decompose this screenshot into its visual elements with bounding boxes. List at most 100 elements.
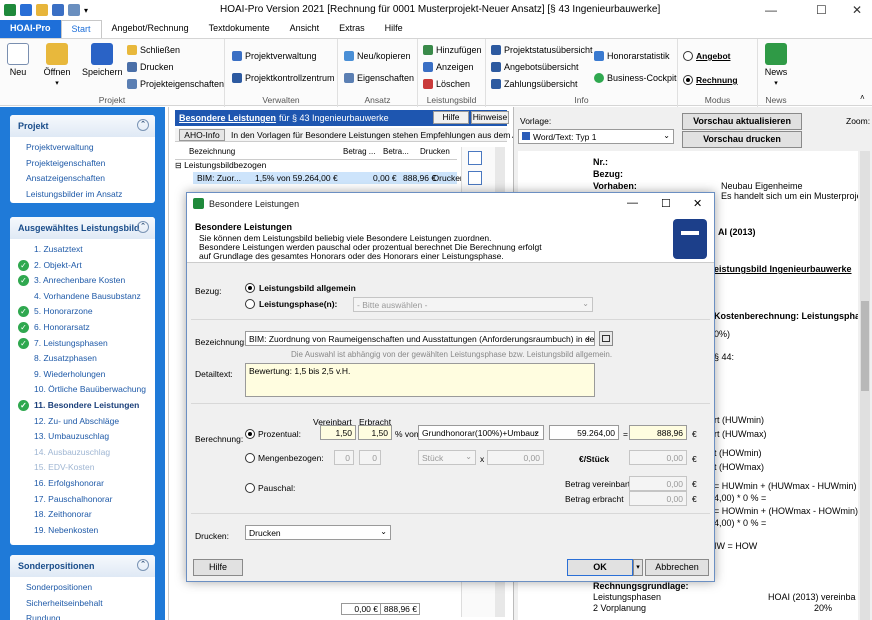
nav-panel-header[interactable]: Sonderpositionen ⌃ (10, 555, 155, 577)
tab-hilfe[interactable]: Hilfe (375, 20, 413, 38)
save-quick-icon[interactable] (20, 4, 32, 16)
ribbon-collapse-icon[interactable]: ˄ (860, 93, 865, 102)
news-button[interactable]: News ▾ (762, 43, 790, 87)
nav-item-leistungsbild[interactable]: 17. Pauschalhonorar (10, 492, 155, 508)
nav-item-sonderpositionen[interactable]: Sonderpositionen (10, 580, 155, 596)
mengen-radio[interactable] (245, 453, 255, 463)
dialog-hilfe-button[interactable]: Hilfe (193, 559, 243, 576)
preview-quick-icon[interactable] (68, 4, 80, 16)
nav-item-leistungsbild[interactable]: 1. Zusatztext (10, 242, 155, 258)
nav-item-leistungsbild[interactable]: 19. Nebenkosten (10, 523, 155, 539)
nav-item-leistungsbild[interactable]: 15. EDV-Kosten (10, 460, 155, 476)
collapse-tree-icon[interactable]: ⊟ (175, 161, 182, 170)
col-header-drucken[interactable]: Drucken (420, 147, 450, 159)
bezug-allgemein-label[interactable]: Leistungsbild allgemein (259, 283, 356, 293)
mengen-erbracht-input[interactable]: 0 (359, 450, 381, 465)
projekteigenschaften-button[interactable]: Projekteigenschaften (127, 79, 224, 89)
honorarstatistik-button[interactable]: Honorarstatistik (594, 51, 670, 61)
nav-item-leistungsbild[interactable]: 9. Wiederholungen (10, 367, 155, 383)
pauschal-label[interactable]: Pauschal: (258, 483, 295, 493)
close-icon[interactable]: ✕ (852, 3, 862, 17)
minimize-icon[interactable]: — (765, 3, 777, 17)
anzeigen-button[interactable]: Anzeigen (423, 62, 474, 72)
bezug-allgemein-radio[interactable] (245, 283, 255, 293)
nav-item-leistungsbild[interactable]: ✓ 3. Anrechenbare Kosten (10, 273, 155, 289)
betrag-erbracht-input[interactable]: 0,00 (629, 491, 687, 506)
nav-item-leistungsbild[interactable]: 10. Örtliche Bauüberwachung (10, 382, 155, 398)
prozentual-radio[interactable] (245, 429, 255, 439)
nav-panel-header[interactable]: Ausgewähltes Leistungsbild ⌃ (10, 217, 155, 239)
abbrechen-button[interactable]: Abbrechen (645, 559, 709, 576)
nav-item-leistungsbilder[interactable]: Leistungsbilder im Ansatz (10, 187, 155, 203)
nav-item-projektverwaltung[interactable]: Projektverwaltung (10, 140, 155, 156)
prozent-basis-select[interactable]: Grundhonorar(100%)+Umbauz ⌄ (418, 425, 544, 440)
nav-item-projekteigenschaften[interactable]: Projekteigenschaften (10, 156, 155, 172)
nav-item-leistungsbild[interactable]: 8. Zusatzphasen (10, 351, 155, 367)
nav-item-ansatzeigenschaften[interactable]: Ansatzeigenschaften (10, 171, 155, 187)
vorschau-aktualisieren-button[interactable]: Vorschau aktualisieren (682, 113, 802, 130)
nav-item-leistungsbild[interactable]: ✓ 5. Honorarzone (10, 304, 155, 320)
mengen-preis-input[interactable]: 0,00 (487, 450, 544, 465)
mengen-label[interactable]: Mengenbezogen: (258, 453, 324, 463)
close-icon[interactable]: ✕ (693, 197, 702, 210)
modus-rechnung-radio[interactable] (683, 75, 693, 85)
col-header-bezeichnung[interactable]: Bezeichnung (189, 147, 235, 159)
neu-button[interactable]: Neu (6, 43, 30, 77)
tab-start[interactable]: Start (60, 20, 102, 38)
panel-hinweise-button[interactable]: Hinweise (471, 111, 509, 124)
prozentual-label[interactable]: Prozentual: (258, 429, 301, 439)
drucken-select[interactable]: Drucken ⌄ (245, 525, 391, 540)
nav-item-rundung[interactable]: Rundung (10, 611, 155, 620)
zahlungsuebersicht-button[interactable]: Zahlungsübersicht (491, 79, 578, 89)
aho-info-button[interactable]: AHO-Info (179, 129, 225, 141)
nav-item-sicherheitseinbehalt[interactable]: Sicherheitseinbehalt (10, 596, 155, 612)
tree-group-row[interactable]: ⊟ Leistungsbildbezogen (175, 160, 457, 172)
collapse-icon[interactable]: ⌃ (137, 221, 149, 233)
minimize-icon[interactable]: — (627, 197, 638, 209)
nav-panel-header[interactable]: Projekt ⌃ (10, 115, 155, 137)
vorlage-select[interactable]: Word/Text: Typ 1 ⌄ (518, 129, 674, 144)
nav-item-leistungsbild[interactable]: ✓ 2. Objekt-Art (10, 258, 155, 274)
preview-scrollbar[interactable] (860, 151, 870, 620)
open-quick-icon[interactable] (36, 4, 48, 16)
bezug-phase-label[interactable]: Leistungsphase(n): (259, 299, 337, 309)
projektverwaltung-button[interactable]: Projektverwaltung (232, 51, 317, 61)
nav-item-leistungsbild[interactable]: 16. Erfolgshonorar (10, 476, 155, 492)
tab-extras[interactable]: Extras (329, 20, 375, 38)
betrag-vereinbart-input[interactable]: 0,00 (629, 476, 687, 491)
nav-item-leistungsbild[interactable]: ✓ 11. Besondere Leistungen (10, 398, 155, 414)
add-entry-icon[interactable] (468, 151, 482, 165)
ansatz-eigenschaften-button[interactable]: Eigenschaften (344, 73, 414, 83)
nav-item-leistungsbild[interactable]: 14. Ausbauzuschlag (10, 445, 155, 461)
loeschen-button[interactable]: Löschen (423, 79, 470, 89)
drucken-button[interactable]: Drucken (127, 62, 174, 72)
tab-ansicht[interactable]: Ansicht (280, 20, 330, 38)
vorschau-drucken-button[interactable]: Vorschau drucken (682, 131, 802, 148)
bezug-phase-radio[interactable] (245, 299, 255, 309)
nav-item-leistungsbild[interactable]: 13. Umbauzuschlag (10, 429, 155, 445)
tab-textdokumente[interactable]: Textdokumente (199, 20, 280, 38)
maximize-icon[interactable]: ☐ (816, 3, 827, 17)
speichern-button[interactable]: Speichern (82, 43, 123, 77)
bezeichnung-select[interactable]: BIM: Zuordnung von Raumeigenschaften und… (245, 331, 595, 346)
maximize-icon[interactable]: ☐ (661, 197, 671, 210)
detailtext-textarea[interactable]: Bewertung: 1,5 bis 2,5 v.H. (245, 363, 595, 397)
neu-kopieren-button[interactable]: Neu/kopieren (344, 51, 411, 61)
table-row[interactable]: BIM: Zuor... 1,5% von 59.264,00 € 0,00 €… (193, 172, 465, 184)
collapse-icon[interactable]: ⌃ (137, 559, 149, 571)
panel-hilfe-button[interactable]: Hilfe (433, 111, 469, 124)
edit-entry-icon[interactable] (468, 171, 482, 185)
template-picker-button[interactable] (599, 331, 613, 346)
modus-angebot-radio[interactable] (683, 51, 693, 61)
leistungsphase-select[interactable]: - Bitte auswählen - ⌄ (353, 297, 593, 312)
print-quick-icon[interactable] (52, 4, 64, 16)
prozent-erbracht-input[interactable]: 1,50 (358, 425, 392, 440)
modus-rechnung-label[interactable]: Rechnung (696, 75, 738, 85)
nav-item-leistungsbild[interactable]: 4. Vorhandene Bausubstanz (10, 289, 155, 305)
preview-scroll-thumb[interactable] (861, 301, 869, 391)
projektkontrollzentrum-button[interactable]: Projektkontrollzentrum (232, 73, 335, 83)
angebotsuebersicht-button[interactable]: Angebotsübersicht (491, 62, 579, 72)
qa-dropdown-icon[interactable]: ▾ (84, 6, 88, 15)
nav-item-leistungsbild[interactable]: 12. Zu- und Abschläge (10, 414, 155, 430)
nav-item-leistungsbild[interactable]: ✓ 7. Leistungsphasen (10, 336, 155, 352)
